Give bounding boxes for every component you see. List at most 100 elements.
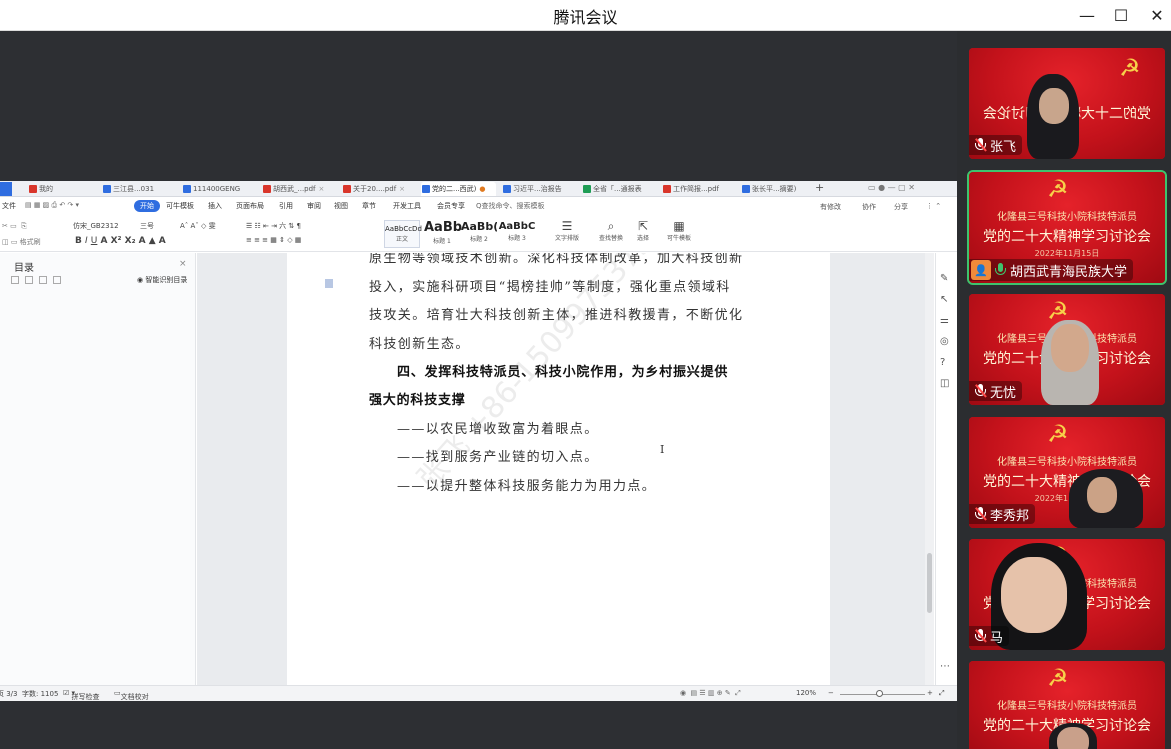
menu-review[interactable]: 审阅 bbox=[307, 201, 321, 211]
doc-tab[interactable]: 关于20....pdf × bbox=[342, 182, 412, 196]
select-button[interactable]: ⇱ 选择 bbox=[626, 219, 660, 242]
text-layout-button[interactable]: ☰ 文字排版 bbox=[550, 219, 584, 242]
menu-view[interactable]: 视图 bbox=[334, 201, 348, 211]
menu-share[interactable]: 分享 bbox=[894, 202, 908, 212]
menu-insert[interactable]: 插入 bbox=[208, 201, 222, 211]
close-button[interactable]: ✕ bbox=[1139, 0, 1171, 31]
doc-tab[interactable]: 张长平...摘要) bbox=[741, 182, 811, 196]
more-icon[interactable]: ⋯ bbox=[940, 661, 950, 672]
vertical-scrollbar[interactable] bbox=[925, 253, 934, 685]
find-replace-button[interactable]: ⌕ 查找替换 bbox=[594, 219, 628, 242]
toc-tool-icon[interactable] bbox=[39, 276, 47, 284]
doc-tab[interactable]: 全省「...通报表 bbox=[582, 182, 654, 196]
doc-check[interactable]: ▭ 文档校对 bbox=[114, 689, 149, 701]
doc-tab[interactable]: 习近平...治报告 bbox=[502, 182, 574, 196]
zoom-level[interactable]: 120% bbox=[796, 689, 816, 697]
maximize-button[interactable]: ☐ bbox=[1103, 0, 1139, 31]
font-size-select[interactable]: 三号 bbox=[140, 221, 154, 231]
participant-face bbox=[1039, 88, 1069, 124]
style-heading-1[interactable]: AaBb 标题 1 bbox=[424, 220, 462, 248]
mic-muted-icon bbox=[975, 384, 987, 398]
location-icon[interactable]: ◎ bbox=[940, 336, 949, 347]
new-tab-button[interactable]: + bbox=[815, 181, 824, 194]
doc-line: 投入，实施科研项目“揭榜挂帅”等制度，强化重点领域科 bbox=[369, 280, 731, 295]
word-icon bbox=[742, 185, 750, 193]
smart-toc-button[interactable]: ◉ 智能识别目录 bbox=[137, 275, 187, 285]
style-normal[interactable]: AaBbCcDd 正文 bbox=[384, 220, 422, 248]
menu-file[interactable]: 文件 bbox=[2, 201, 16, 211]
menu-template[interactable]: 可牛模板 bbox=[166, 201, 194, 211]
doc-tab-active[interactable]: 党的二...西武) ● bbox=[421, 182, 496, 196]
window-title: 腾讯会议 bbox=[553, 8, 618, 27]
doc-tab[interactable]: 三江县...031 bbox=[102, 182, 172, 196]
menu-chapter[interactable]: 章节 bbox=[362, 201, 376, 211]
menu-layout[interactable]: 页面布局 bbox=[236, 201, 264, 211]
screen-share-stage: 我的 三江县...031 111400GENG 胡西武_...pdf × 关于20… bbox=[0, 31, 957, 749]
participant-panel: ☭ 党的二十大精神学习讨论会 张飞 ☭ 化隆县三号科技小院科技特派员 党的二十大… bbox=[957, 31, 1171, 749]
clipboard-icons[interactable]: ✂ ▭ ⎘ bbox=[2, 222, 27, 231]
text-format-icons[interactable]: B I U A X² X₂ A ▲ A bbox=[75, 236, 166, 246]
list-icons[interactable]: ☰ ☷ ⇤ ⇥ 六 ⇅ ¶ bbox=[246, 221, 301, 231]
doc-tab[interactable]: 我的 bbox=[28, 182, 88, 196]
menu-vip[interactable]: 会员专享 bbox=[437, 201, 465, 211]
menu-references[interactable]: 引用 bbox=[279, 201, 293, 211]
spell-check[interactable]: ☑ 拼写检查 ▾ bbox=[63, 689, 100, 701]
participant-tile[interactable]: ☭ 化隆县三号科技小院科技特派员 党的二十大精神学习讨论会 2022年11月15… bbox=[969, 417, 1165, 528]
participant-tile[interactable]: ☭ 化隆县三号科技小院科技特派员 党的二十大精神学习讨论会 bbox=[969, 661, 1165, 749]
participant-tile[interactable]: ☭ 化隆县三号科技小院科技特派员 党的二十大精神学习讨论会 11月15日 马 bbox=[969, 539, 1165, 650]
zoom-slider-thumb[interactable] bbox=[876, 690, 883, 697]
mic-muted-icon bbox=[975, 507, 987, 521]
fullscreen-icon[interactable]: ⤢ bbox=[939, 689, 945, 698]
zoom-in-icon[interactable]: + bbox=[927, 689, 933, 697]
style-heading-2[interactable]: AaBb( 标题 2 bbox=[461, 220, 497, 248]
adjust-icon[interactable]: ⚌ bbox=[940, 315, 949, 326]
edit-icon[interactable]: ✎ bbox=[940, 273, 948, 284]
book-icon[interactable]: ◫ bbox=[940, 378, 949, 389]
window-controls-icons[interactable]: ▭ ● — ▢ ✕ bbox=[868, 183, 915, 192]
quick-access-icons[interactable]: ▤ ▦ ▨ ⎙ ↶ ↷ ▾ bbox=[25, 201, 79, 210]
pointer-icon[interactable]: ↖ bbox=[940, 294, 948, 305]
menu-modified[interactable]: 有修改 bbox=[820, 202, 841, 212]
template-button[interactable]: ▦ 可牛模板 bbox=[662, 219, 696, 242]
help-icon[interactable]: ? bbox=[940, 357, 945, 368]
doc-tab[interactable]: 工作简报...pdf bbox=[662, 182, 734, 196]
align-icons[interactable]: ≡ ≡ ≡ ▦ ⇕ ◇ ▦ bbox=[246, 236, 301, 244]
word-count[interactable]: 字数: 1105 bbox=[22, 689, 58, 699]
home-tab[interactable] bbox=[0, 182, 12, 196]
more-icon[interactable]: ⋮ ⌃ bbox=[926, 202, 941, 210]
banner-text: 2022年11月15日 bbox=[1034, 249, 1100, 258]
participant-tile-speaking[interactable]: ☭ 化隆县三号科技小院科技特派员 党的二十大精神学习讨论会 2022年11月15… bbox=[967, 170, 1167, 285]
doc-tab[interactable]: 111400GENG bbox=[182, 182, 252, 196]
menu-home[interactable]: 开始 bbox=[134, 200, 160, 212]
format-painter-icons[interactable]: ◫ ▭ 格式刷 bbox=[2, 237, 41, 247]
document-page[interactable]: 原生物等领域技术创新。深化科技体制改革，加大科技创新 投入，实施科研项目“揭榜挂… bbox=[287, 253, 830, 685]
scrollbar-thumb[interactable] bbox=[927, 553, 932, 613]
participant-namebar: 马 bbox=[969, 626, 1010, 646]
pdf-icon bbox=[663, 185, 671, 193]
toc-tool-icon[interactable] bbox=[11, 276, 19, 284]
paragraph-handle-icon[interactable] bbox=[325, 279, 333, 288]
party-emblem-icon: ☭ bbox=[1119, 54, 1141, 82]
zoom-out-icon[interactable]: − bbox=[828, 689, 834, 697]
toc-sidebar: 目录 × ◉ 智能识别目录 bbox=[0, 253, 196, 685]
tab-close-icon[interactable]: × bbox=[319, 185, 325, 193]
minimize-button[interactable]: — bbox=[1069, 0, 1105, 31]
toc-tool-icon[interactable] bbox=[53, 276, 61, 284]
font-grow-icons[interactable]: Aˆ Aˇ ◇ 雯 bbox=[180, 221, 216, 231]
word-icon bbox=[503, 185, 511, 193]
style-heading-3[interactable]: AaBbC 标题 3 bbox=[498, 220, 536, 248]
participant-namebar: 李秀邦 bbox=[969, 504, 1036, 524]
participant-tile[interactable]: ☭ 党的二十大精神学习讨论会 张飞 bbox=[969, 48, 1165, 159]
party-emblem-icon: ☭ bbox=[1047, 664, 1069, 692]
toc-tool-icon[interactable] bbox=[25, 276, 33, 284]
tab-close-icon[interactable]: × bbox=[399, 185, 405, 193]
view-mode-icons[interactable]: ◉ ▤ ☰ ▥ ⊕ ✎ ⤢ bbox=[680, 689, 741, 698]
font-family-select[interactable]: 仿宋_GB2312 bbox=[73, 221, 119, 231]
menu-collab[interactable]: 协作 bbox=[862, 202, 876, 212]
doc-tab[interactable]: 胡西武_...pdf × bbox=[262, 182, 332, 196]
doc-line: 科技创新生态。 bbox=[369, 337, 470, 352]
command-search[interactable]: Q查找命令、搜索模板 bbox=[476, 201, 545, 211]
participant-tile[interactable]: ☭ 化隆县三号科技小院科技特派员 党的二十大精神学习讨论会 11月15日 无忧 bbox=[969, 294, 1165, 405]
menu-developer[interactable]: 开发工具 bbox=[393, 201, 421, 211]
toc-close-icon[interactable]: × bbox=[179, 259, 187, 269]
